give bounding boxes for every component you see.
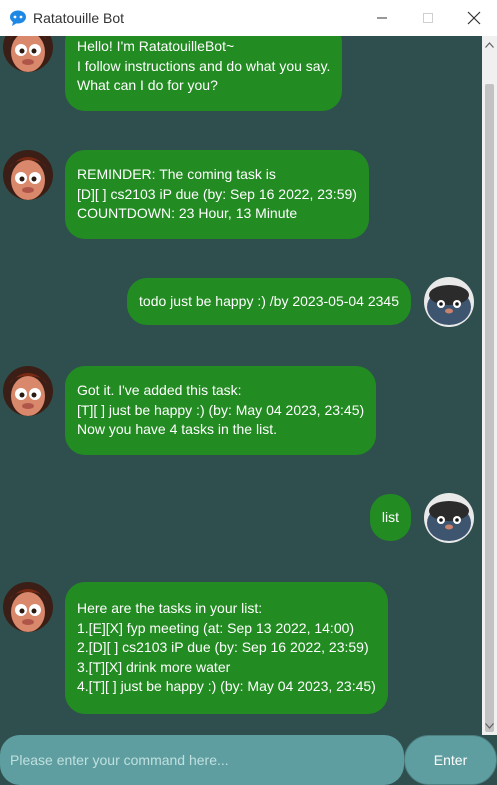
scroll-up-icon[interactable]	[482, 38, 497, 52]
scrollbar-thumb[interactable]	[485, 84, 494, 732]
user-avatar	[424, 493, 474, 543]
title-bar: Ratatouille Bot	[0, 0, 497, 36]
minimize-button[interactable]	[359, 0, 405, 36]
input-row: Enter	[0, 735, 497, 785]
close-icon	[467, 11, 481, 25]
window-title: Ratatouille Bot	[33, 10, 125, 26]
enter-button[interactable]: Enter	[404, 735, 497, 785]
bot-avatar	[3, 366, 53, 416]
bot-avatar	[3, 36, 53, 72]
user-message-bubble: list	[369, 494, 411, 541]
chat-bot-icon	[9, 9, 27, 27]
command-input[interactable]	[0, 735, 404, 785]
bot-message-bubble: REMINDER: The coming task is [D][ ] cs21…	[65, 150, 369, 239]
bot-message-bubble: Hello! I'm RatatouilleBot~ I follow inst…	[65, 36, 343, 111]
bot-message-bubble: Here are the tasks in your list: 1.[E][X…	[65, 582, 388, 714]
minimize-icon	[377, 17, 387, 19]
bot-avatar	[3, 150, 53, 200]
user-message-bubble: todo just be happy :) /by 2023-05-04 234…	[127, 278, 411, 325]
user-avatar	[424, 277, 474, 327]
scroll-down-icon[interactable]	[482, 719, 497, 733]
vertical-scrollbar[interactable]	[482, 36, 497, 735]
close-button[interactable]	[451, 0, 497, 36]
maximize-icon	[423, 13, 433, 23]
bot-avatar	[3, 582, 53, 632]
bot-message-bubble: Got it. I've added this task: [T][ ] jus…	[65, 366, 377, 455]
maximize-button[interactable]	[405, 0, 451, 36]
chat-scroll-pane[interactable]: Hello! I'm RatatouilleBot~ I follow inst…	[0, 36, 482, 735]
